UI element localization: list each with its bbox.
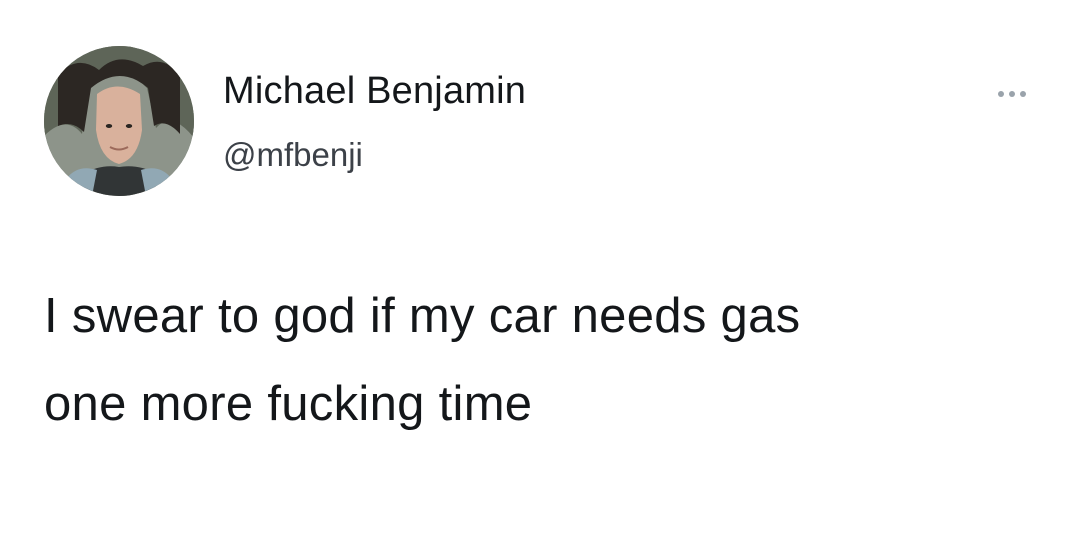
avatar[interactable] xyxy=(44,46,194,196)
more-horizontal-icon xyxy=(998,91,1026,97)
author-handle[interactable]: @mfbenji xyxy=(223,136,363,174)
profile-photo-icon xyxy=(44,46,194,196)
tweet-text: I swear to god if my car needs gas one m… xyxy=(44,272,1034,448)
tweet-card: Michael Benjamin @mfbenji I swear to god… xyxy=(0,0,1080,543)
author-name[interactable]: Michael Benjamin xyxy=(223,70,526,113)
tweet-line: one more fucking time xyxy=(44,377,533,431)
tweet-line: I swear to god if my car needs gas xyxy=(44,289,801,343)
more-options-button[interactable] xyxy=(990,88,1034,100)
